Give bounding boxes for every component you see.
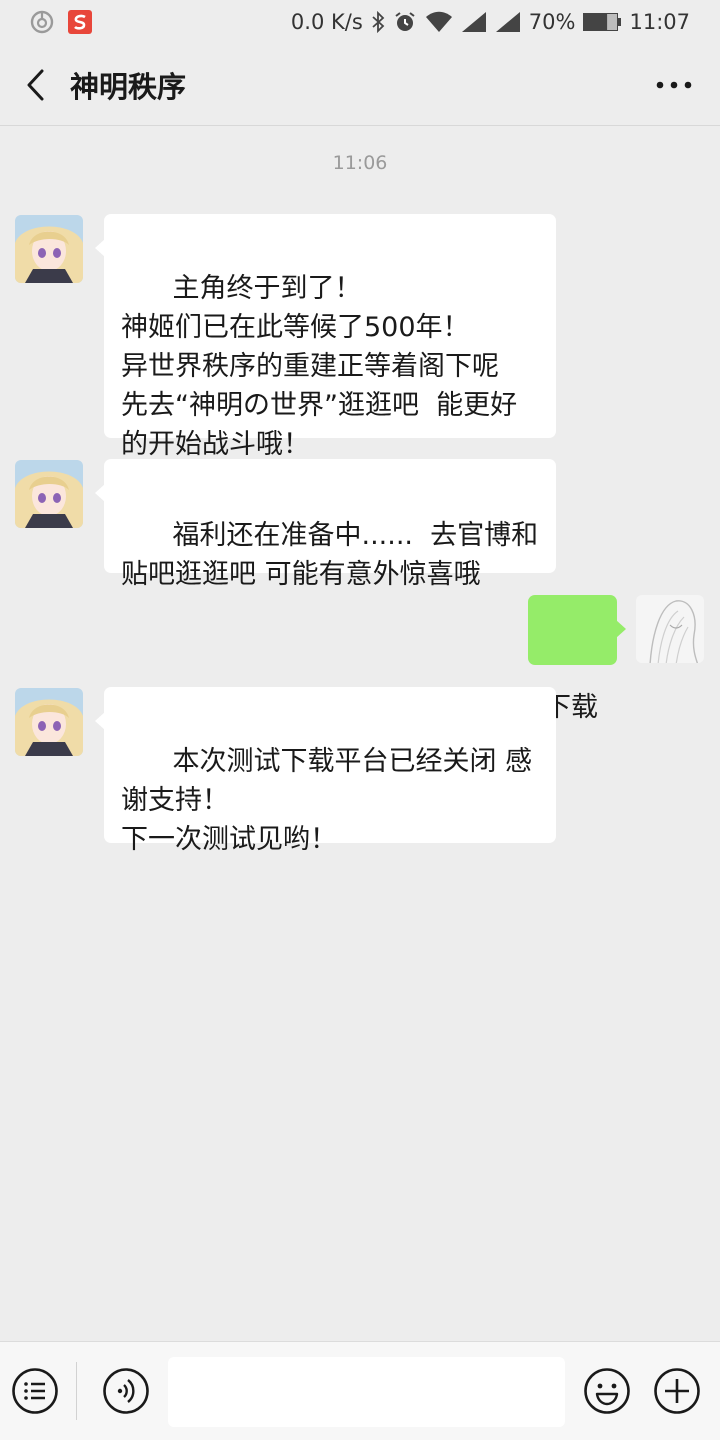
battery-icon (583, 13, 622, 31)
message-text: 本次测试下载平台已经关闭 感谢支持！ 下一次测试见哟！ (121, 746, 533, 855)
divider (76, 1362, 77, 1420)
input-bar (0, 1341, 720, 1440)
back-button[interactable] (6, 44, 66, 126)
title-bar: 神明秩序 (0, 44, 720, 126)
status-bar-left (30, 10, 106, 34)
menu-button[interactable] (11, 1367, 59, 1415)
plus-icon (654, 1368, 700, 1414)
avatar[interactable] (15, 688, 83, 756)
message-bubble[interactable]: 主角终于到了！ 神姬们已在此等候了500年！ 异世界秩序的重建正等着阁下呢 先去… (95, 214, 556, 460)
avatar[interactable] (15, 215, 83, 283)
signal-icon (461, 11, 487, 33)
message-text: 福利还在准备中...... 去官博和贴吧逛逛吧 可能有意外惊喜哦 (121, 520, 539, 590)
emoji-icon (584, 1368, 630, 1414)
message-input[interactable] (168, 1357, 565, 1427)
chat-screen: 0.0 K/s 70% 11:07 神明秩序 11:06 主角终于到了！ 神姬们… (0, 0, 720, 1440)
status-bar-right: 0.0 K/s 70% 11:07 (283, 10, 690, 34)
message-bubble[interactable]: 下载 (528, 595, 626, 723)
chat-title: 神明秩序 (70, 69, 187, 104)
signal-icon (495, 11, 521, 33)
back-arrow-icon (27, 69, 44, 100)
voice-icon (103, 1368, 149, 1414)
more-functions-button[interactable] (653, 1367, 701, 1415)
network-speed: 0.0 K/s (290, 10, 363, 34)
avatar[interactable] (636, 595, 704, 663)
avatar[interactable] (15, 460, 83, 528)
netease-music-icon (30, 10, 54, 34)
battery-percent: 70% (528, 10, 576, 34)
bluetooth-icon (371, 10, 385, 34)
chat-timestamp: 11:06 (332, 152, 388, 174)
more-options-button[interactable] (652, 64, 696, 106)
wifi-icon (425, 11, 453, 33)
more-dots-icon (656, 81, 692, 89)
emoji-button[interactable] (583, 1367, 631, 1415)
message-bubble[interactable]: 福利还在准备中...... 去官博和贴吧逛逛吧 可能有意外惊喜哦 (95, 459, 556, 590)
sogou-icon (68, 10, 92, 34)
message-text: 主角终于到了！ 神姬们已在此等候了500年！ 异世界秩序的重建正等着阁下呢 先去… (121, 273, 518, 460)
clock: 11:07 (629, 10, 690, 34)
voice-button[interactable] (102, 1367, 150, 1415)
message-bubble[interactable]: 本次测试下载平台已经关闭 感谢支持！ 下一次测试见哟！ (95, 687, 556, 855)
alarm-icon (393, 10, 417, 34)
menu-icon (12, 1368, 58, 1414)
status-bar: 0.0 K/s 70% 11:07 (0, 0, 720, 44)
